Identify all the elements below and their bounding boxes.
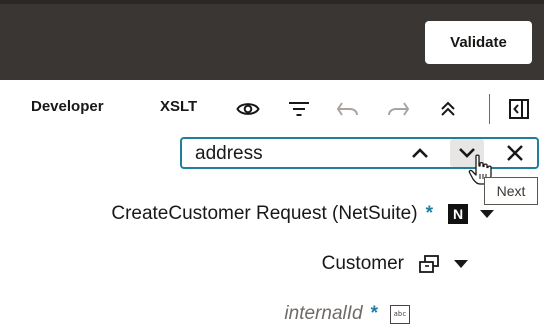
top-strip [0,0,544,4]
close-icon [507,145,523,161]
caret-down-icon[interactable] [454,260,468,268]
eye-icon[interactable] [234,95,262,123]
validate-button[interactable]: Validate [425,21,532,64]
panel-toggle-icon[interactable] [505,95,533,123]
tree-node-create-customer-request[interactable]: CreateCustomer Request (NetSuite) * N [111,202,494,226]
xslt-mode-button[interactable]: XSLT [160,98,197,115]
caret-down-icon[interactable] [480,210,494,218]
previous-match-button[interactable] [403,139,437,167]
netsuite-badge-icon: N [448,204,468,224]
collapse-all-icon[interactable] [434,95,462,123]
required-marker: * [425,203,433,224]
required-marker: * [370,303,378,324]
mapper-toolbar: Developer XSLT [0,80,544,138]
undo-icon[interactable] [334,95,362,123]
tree-node-internal-id[interactable]: internalId * abc [284,302,410,326]
linked-copy-icon [418,254,440,274]
toolbar-divider [489,94,490,124]
chevron-up-icon [412,148,428,158]
clear-search-button[interactable] [498,139,532,167]
tree-node-label: internalId [284,303,363,324]
redo-icon[interactable] [384,95,412,123]
tree-node-label: Customer [321,253,404,274]
top-header-bar: Validate [0,0,544,80]
string-type-icon: abc [390,304,410,324]
tree-node-customer[interactable]: Customer [322,252,468,276]
next-tooltip: Next [484,177,538,205]
filter-icon[interactable] [285,95,313,123]
tree-node-label: CreateCustomer Request (NetSuite) [111,203,418,224]
developer-mode-button[interactable]: Developer [31,98,104,115]
search-input[interactable] [195,142,395,166]
